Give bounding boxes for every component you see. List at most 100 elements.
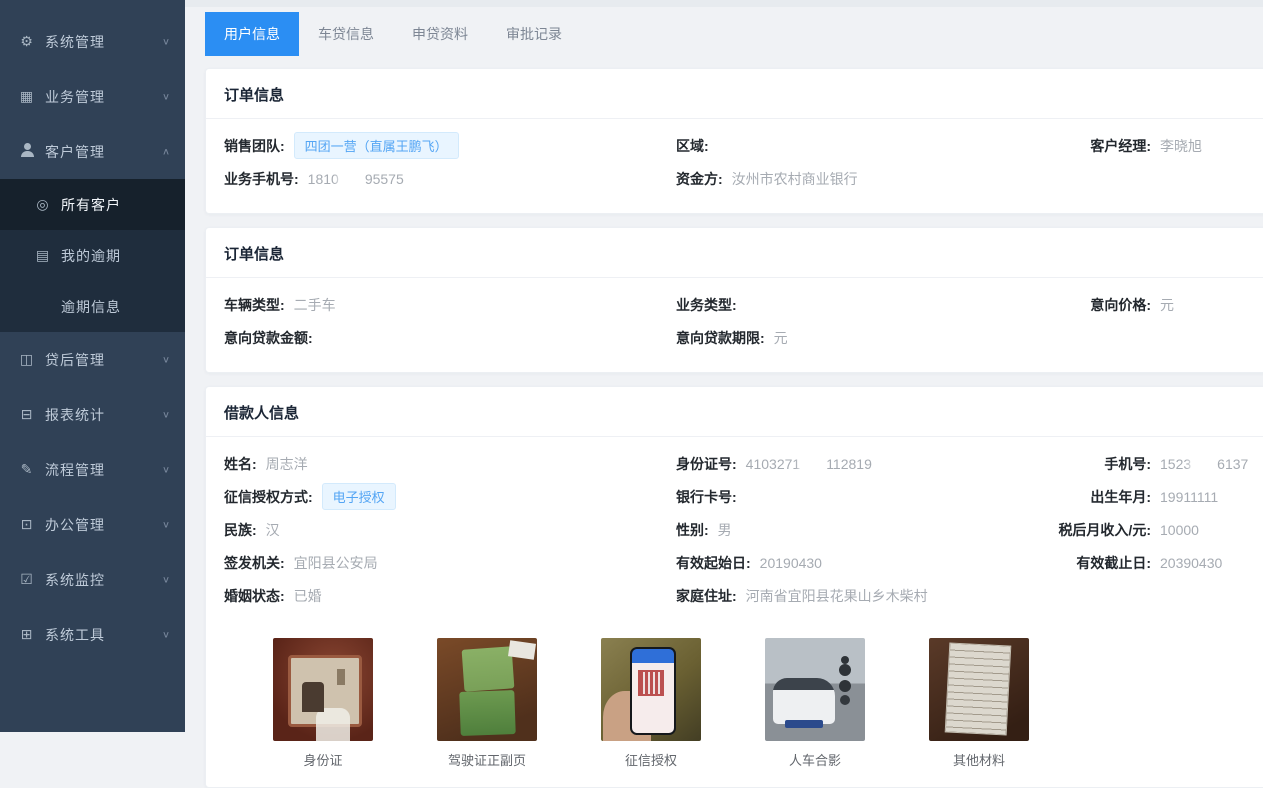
driving-license-photo-detail <box>508 640 536 659</box>
funder-value: 汝州市农村商业银行 <box>732 169 858 189</box>
sidebar-item-post-loan-management[interactable]: ◫贷后管理∨ <box>0 332 185 387</box>
chevron-up-icon: ∧ <box>162 146 171 157</box>
intent-loan-amount-label: 意向贷款金额: <box>224 328 313 348</box>
photo-caption: 身份证 <box>273 750 373 769</box>
card-body: 车辆类型:二手车业务类型: 意向价格:元意向贷款金额: 意向贷款期限: 元 <box>206 278 1263 372</box>
sidebar-item-label: 我的逾期 <box>61 246 185 266</box>
id-card-photo[interactable] <box>273 638 373 741</box>
gender-label: 性别: <box>676 520 709 540</box>
net-monthly-income-value: 10000 <box>1160 522 1199 538</box>
credit-auth-method-tag[interactable]: 电子授权 <box>322 483 396 510</box>
field-row: 姓名:周志洋身份证号:4103271112819手机号: 1523 6137 <box>224 447 1248 480</box>
issuing-authority-value: 宜阳县公安局 <box>294 553 378 573</box>
ethnicity-value: 汉 <box>266 520 280 540</box>
issuing-authority-field: 签发机关:宜阳县公安局 <box>224 553 676 573</box>
sidebar-item-label: 系统管理 <box>45 32 162 52</box>
sidebar-item-label: 贷后管理 <box>45 350 162 370</box>
photo-caption: 人车合影 <box>765 750 865 769</box>
sidebar-item-label: 报表统计 <box>45 405 162 425</box>
valid-to-value: 20390430 <box>1160 555 1222 571</box>
id-number-field: 身份证号:4103271112819 <box>676 454 1001 474</box>
field-row: 民族: 汉 性别: 男 税后月收入/元: 10000 <box>224 513 1248 546</box>
office-icon: ⊡ <box>18 516 36 533</box>
workflow-icon: ✎ <box>18 461 36 478</box>
driving-license-photo-item[interactable]: 驾驶证正副页 <box>437 638 537 769</box>
birth-date-label: 出生年月: <box>1001 487 1151 507</box>
other-material-photo[interactable] <box>929 638 1029 741</box>
cards-container: 订单信息销售团队:四团一营（直属王鹏飞）区域:客户经理:李晓旭业务手机号:181… <box>185 68 1263 788</box>
intent-loan-term-label: 意向贷款期限: <box>676 328 765 348</box>
bank-card-number-label: 银行卡号: <box>676 487 737 507</box>
redaction-sticker <box>340 170 364 188</box>
card-body: 销售团队:四团一营（直属王鹏飞）区域:客户经理:李晓旭业务手机号:1810955… <box>206 119 1263 213</box>
driving-license-photo[interactable] <box>437 638 537 741</box>
redaction-sticker <box>801 455 825 473</box>
chevron-down-icon: ∨ <box>162 464 171 475</box>
sidebar-item-office-management[interactable]: ⊡办公管理∨ <box>0 497 185 552</box>
gender-value: 男 <box>718 520 732 540</box>
sidebar-item-overdue-info[interactable]: 逾期信息 <box>0 281 185 332</box>
sidebar-item-business-management[interactable]: ▦业务管理∨ <box>0 69 185 124</box>
photo-caption: 驾驶证正副页 <box>437 750 537 769</box>
vehicle-type-label: 车辆类型: <box>224 295 285 315</box>
photo-caption: 征信授权 <box>601 750 701 769</box>
sidebar-item-system-monitor[interactable]: ☑系统监控∨ <box>0 552 185 607</box>
tab-approval-records[interactable]: 审批记录 <box>487 12 581 56</box>
sales-team-label: 销售团队: <box>224 136 285 156</box>
sidebar-item-customer-management[interactable]: 客户管理∧ <box>0 124 185 179</box>
funder-label: 资金方: <box>676 169 723 189</box>
sidebar-item-label: 业务管理 <box>45 87 162 107</box>
field-row: 销售团队:四团一营（直属王鹏飞）区域:客户经理:李晓旭 <box>224 129 1248 162</box>
user-icon <box>18 143 36 160</box>
marital-status-label: 婚姻状态: <box>224 586 285 606</box>
mobile-number-value-suffix: 6137 <box>1217 456 1248 472</box>
person-car-photo[interactable] <box>765 638 865 741</box>
sidebar-item-my-overdue[interactable]: ▤我的逾期 <box>0 230 185 281</box>
ethnicity-label: 民族: <box>224 520 257 540</box>
field-row: 业务手机号:181095575资金方:汝州市农村商业银行 <box>224 162 1248 195</box>
id-card-photo-detail <box>302 682 324 712</box>
other-material-photo-item[interactable]: 其他材料 <box>929 638 1029 769</box>
intent-price-label: 意向价格: <box>1001 295 1151 315</box>
intent-loan-term-field: 意向贷款期限: 元 <box>676 328 1001 348</box>
sales-team-tag[interactable]: 四团一营（直属王鹏飞） <box>294 132 459 159</box>
sidebar-item-label: 客户管理 <box>45 142 162 162</box>
person-car-photo-item[interactable]: 人车合影 <box>765 638 865 769</box>
home-address-field: 家庭住址:河南省宜阳县花果山乡木柴村 <box>676 586 1001 606</box>
funder-field: 资金方: 汝州市农村商业银行 <box>676 169 1001 189</box>
field-row: 车辆类型:二手车业务类型: 意向价格:元 <box>224 288 1248 321</box>
birth-date-value: 19911111 <box>1160 489 1218 505</box>
intent-price-field: 意向价格:元 <box>1001 295 1248 315</box>
card-body: 姓名:周志洋身份证号:4103271112819手机号: 1523 6137 征信授权… <box>206 437 1263 787</box>
valid-to-field: 有效截止日: 20390430 <box>1001 553 1248 573</box>
region-label: 区域: <box>676 136 709 156</box>
redaction-sticker <box>1192 455 1216 473</box>
borrower-name-field: 姓名:周志洋 <box>224 454 676 474</box>
tab-loan-application-docs[interactable]: 申贷资料 <box>393 12 487 56</box>
chevron-down-icon: ∨ <box>162 409 171 420</box>
valid-to-label: 有效截止日: <box>1001 553 1151 573</box>
mobile-number-field: 手机号: 1523 6137 <box>1001 454 1248 474</box>
card-title: 订单信息 <box>206 69 1263 118</box>
intent-loan-term-value: 元 <box>774 328 788 348</box>
mobile-number-value-prefix: 1523 <box>1160 456 1191 472</box>
sidebar-item-process-management[interactable]: ✎流程管理∨ <box>0 442 185 497</box>
vehicle-type-field: 车辆类型:二手车 <box>224 295 676 315</box>
sidebar-item-report-statistics[interactable]: ⊟报表统计∨ <box>0 387 185 442</box>
credit-auth-screenshot-photo-item[interactable]: 征信授权 <box>601 638 701 769</box>
net-monthly-income-label: 税后月收入/元: <box>1001 520 1151 540</box>
sidebar-item-system-tools[interactable]: ⊞系统工具∨ <box>0 607 185 662</box>
photo-caption: 其他材料 <box>929 750 1029 769</box>
sidebar-item-system-management[interactable]: ⚙系统管理∨ <box>0 14 185 69</box>
tab-car-loan-info[interactable]: 车贷信息 <box>299 12 393 56</box>
id-card-photo-item[interactable]: 身份证 <box>273 638 373 769</box>
credit-auth-screenshot-photo[interactable] <box>601 638 701 741</box>
sidebar-item-all-customers[interactable]: ◎所有客户 <box>0 179 185 230</box>
card-order-info-2: 订单信息车辆类型:二手车业务类型:意向价格:元意向贷款金额:意向贷款期限:元 <box>205 227 1263 373</box>
tab-user-info[interactable]: 用户信息 <box>205 12 299 56</box>
monitor-icon: ☑ <box>18 571 36 588</box>
borrower-name-value: 周志洋 <box>266 454 308 474</box>
mobile-number-label: 手机号: <box>1001 454 1151 474</box>
home-address-value: 河南省宜阳县花果山乡木柴村 <box>746 586 928 606</box>
business-type-label: 业务类型: <box>676 295 737 315</box>
